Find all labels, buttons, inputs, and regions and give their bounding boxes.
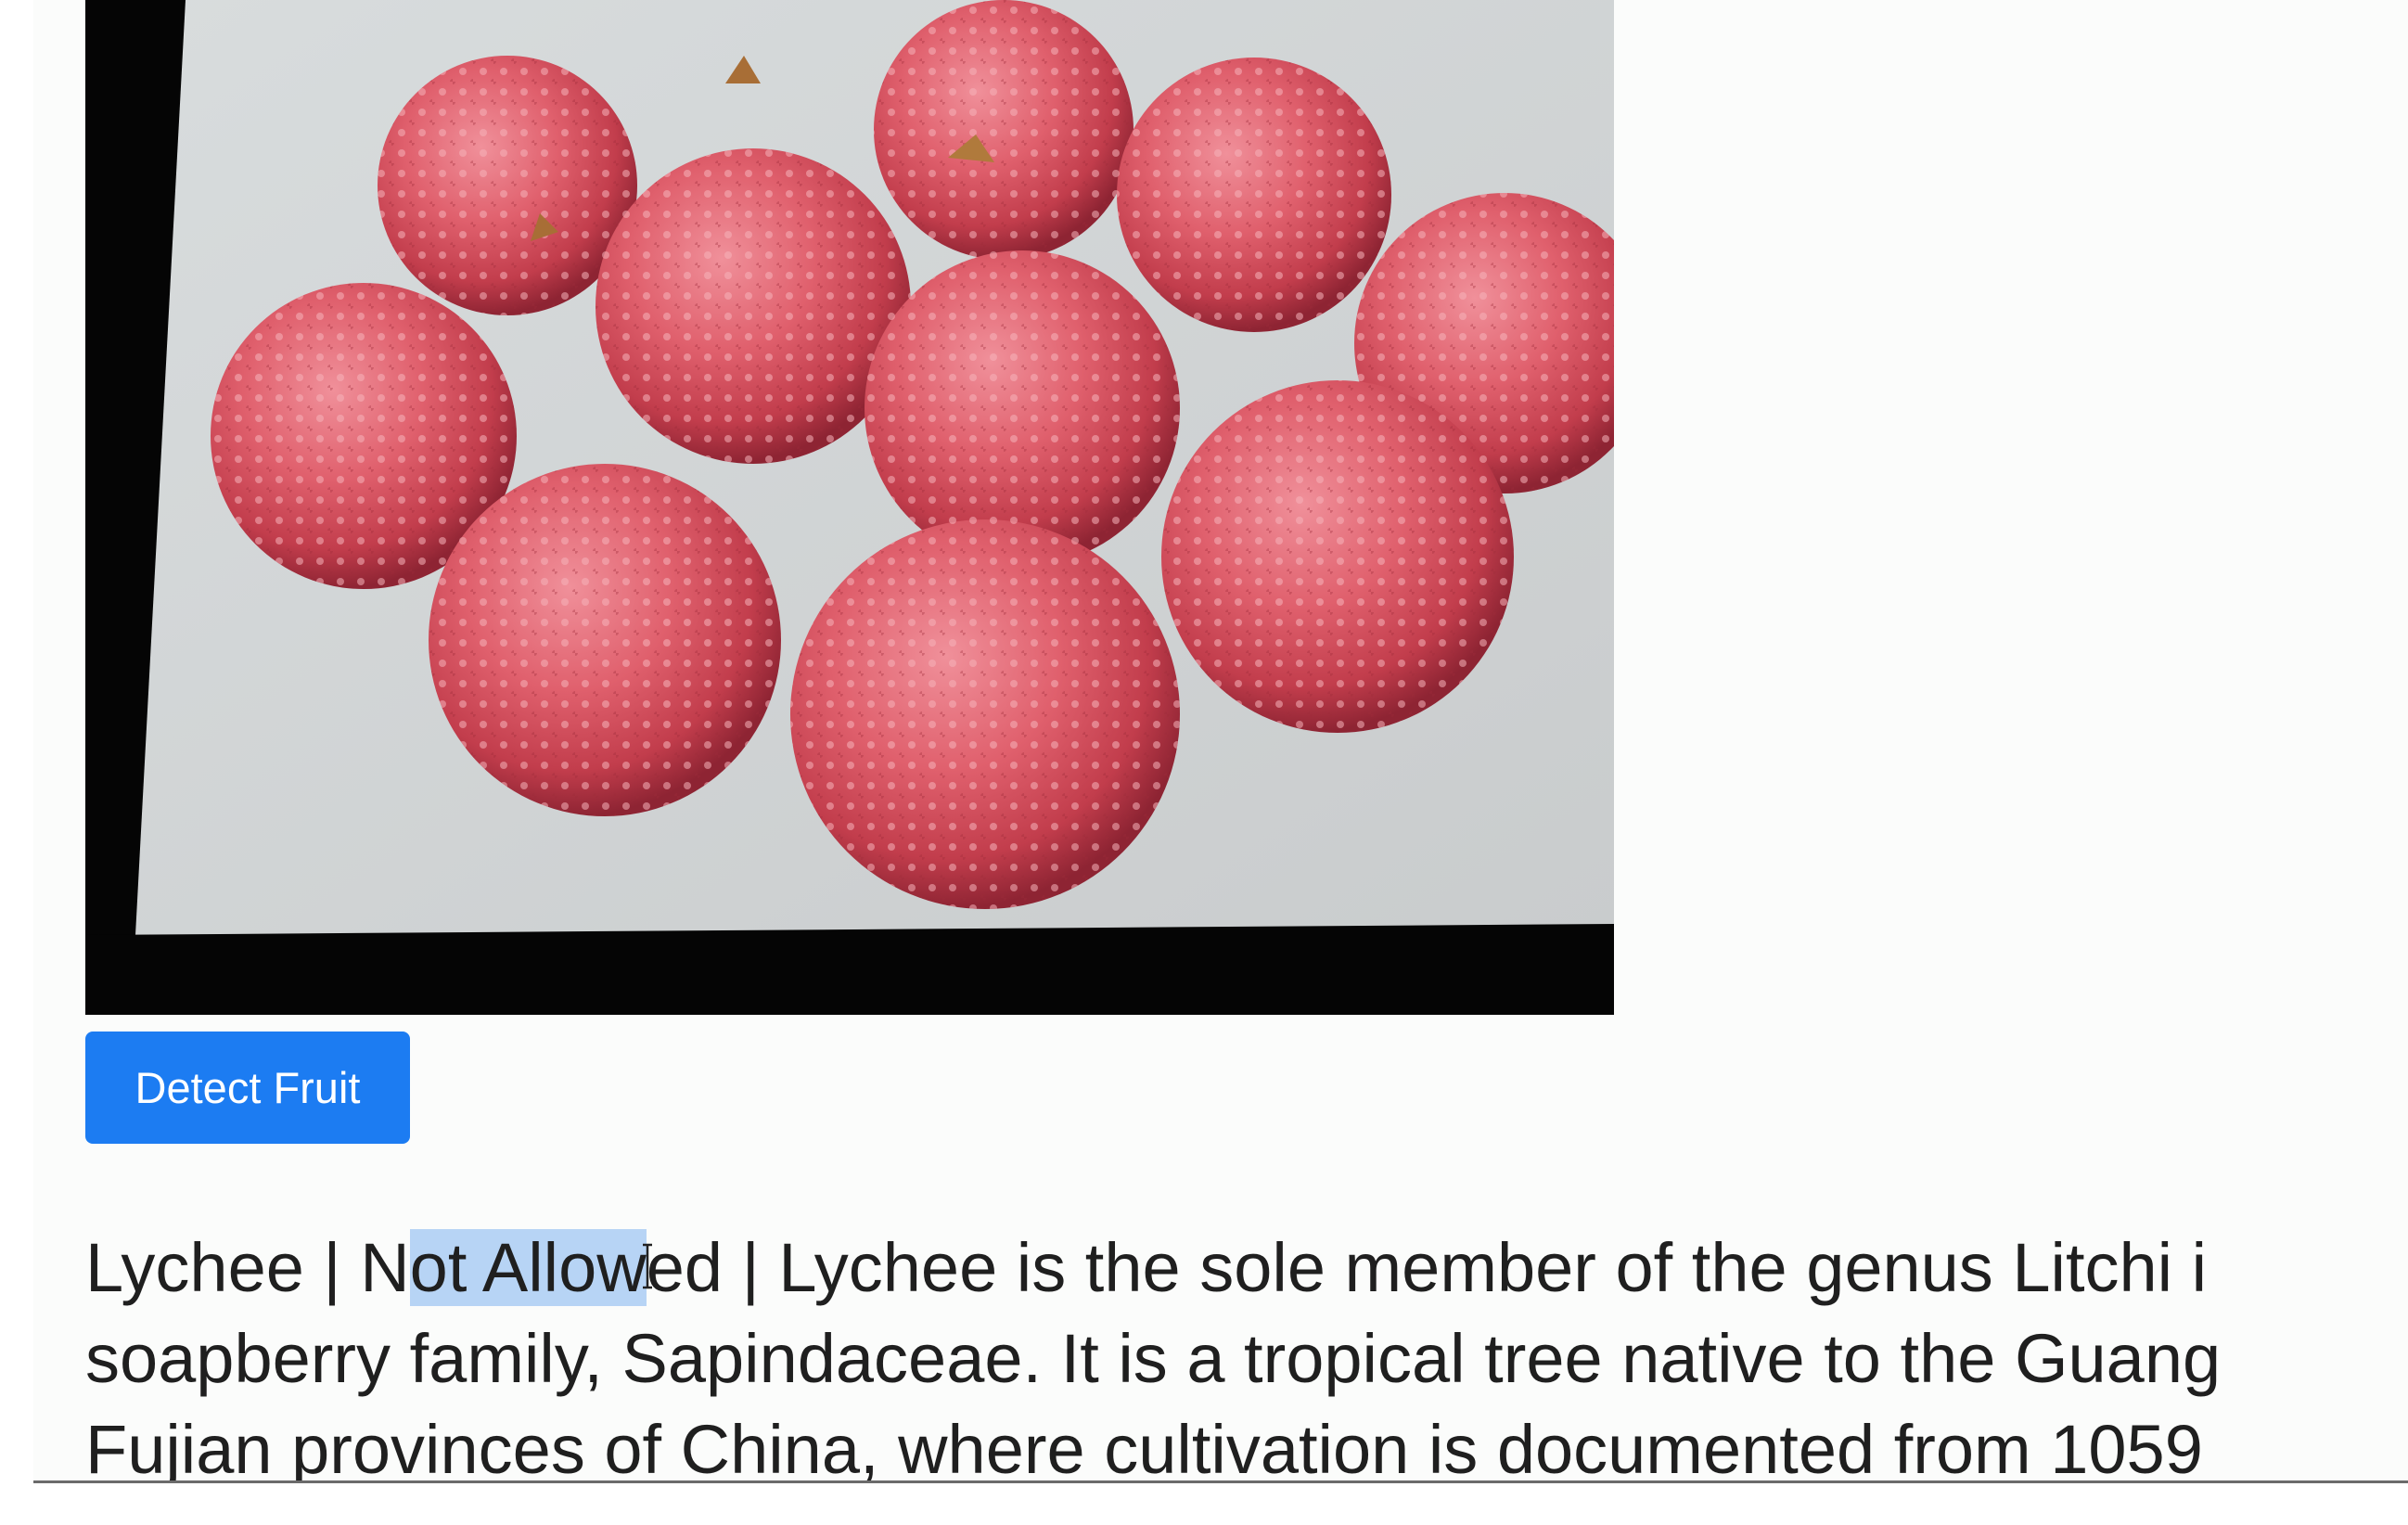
result-line-1: Lychee | Not Allow ed | Lychee is the sol… [85, 1223, 2408, 1314]
below-area [0, 1483, 2408, 1525]
description-line-2: soapberry family, Sapindaceae. It is a t… [85, 1320, 2222, 1397]
fruit-name: Lychee [85, 1229, 304, 1306]
lychee-image [85, 0, 1614, 1015]
detect-fruit-button[interactable]: Detect Fruit [85, 1032, 410, 1144]
separator: | [303, 1229, 361, 1306]
fruit-photo [85, 0, 1614, 1015]
page: Detect Fruit Lychee | Not Allow ed | Lych… [0, 0, 2408, 1525]
result-text: Lychee | Not Allow ed | Lychee is the sol… [85, 1223, 2408, 1480]
selected-status-text: ot Allow [409, 1229, 647, 1306]
status-prefix: N [360, 1229, 410, 1306]
description-line-3: Fujian provinces of China, where cultiva… [85, 1411, 2203, 1480]
description-line-1: | Lychee is the sole member of the genus… [723, 1229, 2208, 1306]
status-suffix: ed [646, 1229, 724, 1306]
left-gutter [0, 0, 33, 1484]
